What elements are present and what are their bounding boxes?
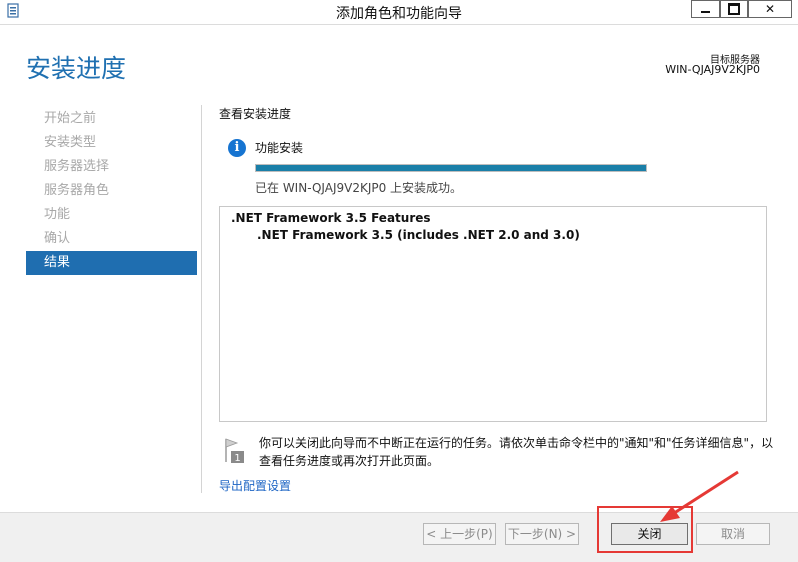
section-label: 查看安装进度 [219, 107, 292, 121]
svg-text:1: 1 [234, 453, 240, 464]
close-window-button[interactable]: ✕ [748, 0, 792, 18]
install-status-text: 已在 WIN-QJAJ9V2KJP0 上安装成功。 [255, 181, 463, 195]
close-wizard-note: 你可以关闭此向导而不中断正在运行的任务。请依次单击命令栏中的"通知"和"任务详细… [259, 436, 774, 468]
close-icon: ✕ [764, 2, 776, 16]
maximize-icon [728, 3, 740, 15]
nav-item-features[interactable]: 功能 [26, 203, 197, 227]
window-title: 添加角色和功能向导 [336, 6, 462, 22]
progress-fill [256, 165, 646, 171]
flag-note-icon: 1 [225, 438, 244, 464]
nav-divider [201, 105, 202, 493]
nav-item-results[interactable]: 结果 [26, 251, 197, 275]
wizard-nav: 开始之前 安装类型 服务器选择 服务器角色 功能 确认 结果 [26, 107, 197, 275]
minimize-button[interactable] [691, 0, 720, 18]
result-feature-group: .NET Framework 3.5 Features [231, 211, 431, 225]
annotation-highlight-box [597, 506, 693, 553]
export-config-link[interactable]: 导出配置设置 [219, 477, 291, 494]
nav-item-installation-type[interactable]: 安装类型 [26, 131, 197, 155]
title-bar: 添加角色和功能向导 ✕ [0, 0, 798, 25]
nav-item-confirmation[interactable]: 确认 [26, 227, 197, 251]
results-list[interactable]: .NET Framework 3.5 Features .NET Framewo… [219, 206, 767, 422]
previous-button[interactable]: < 上一步(P) [423, 523, 496, 545]
page-title: 安装进度 [26, 54, 127, 83]
nav-item-server-selection[interactable]: 服务器选择 [26, 155, 197, 179]
result-feature-item: .NET Framework 3.5 (includes .NET 2.0 an… [257, 228, 580, 242]
nav-item-before-you-begin[interactable]: 开始之前 [26, 107, 197, 131]
nav-item-server-roles[interactable]: 服务器角色 [26, 179, 197, 203]
info-icon: i [228, 139, 246, 157]
minimize-icon [701, 11, 710, 13]
target-server-name: WIN-QJAJ9V2KJP0 [665, 63, 760, 76]
next-button[interactable]: 下一步(N) > [505, 523, 579, 545]
cancel-button[interactable]: 取消 [696, 523, 770, 545]
maximize-button[interactable] [720, 0, 748, 18]
feature-install-title: 功能安装 [255, 141, 304, 155]
install-progress-bar [255, 164, 647, 172]
